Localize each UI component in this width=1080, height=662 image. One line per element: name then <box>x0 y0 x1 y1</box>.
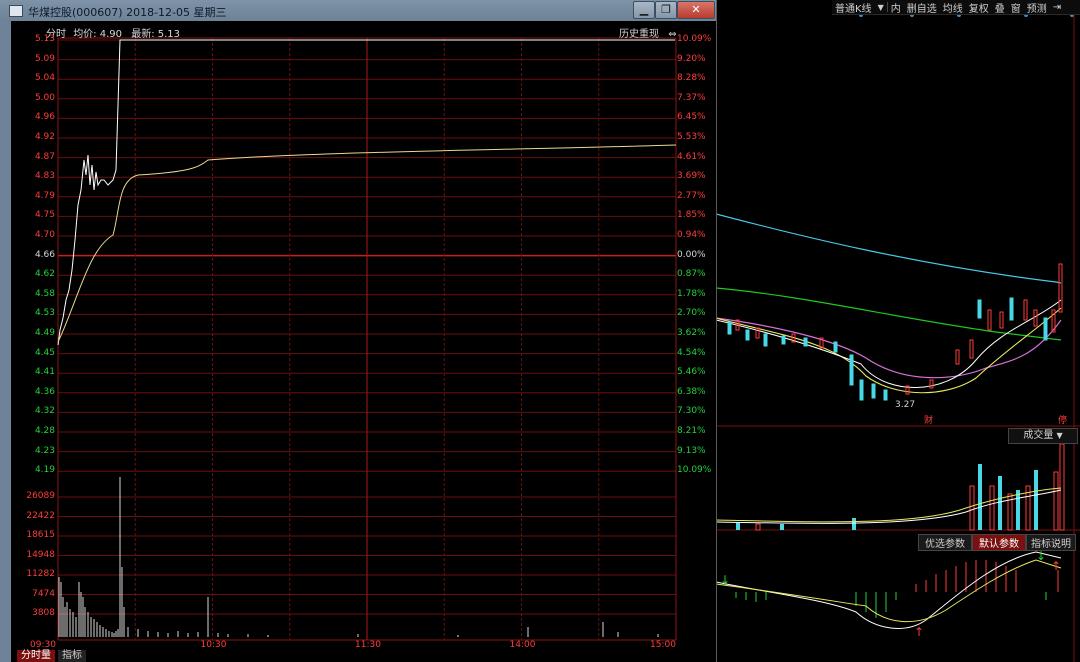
pct-tick-label: 2.77% <box>677 190 706 201</box>
svg-text:↑: ↑ <box>1051 559 1061 573</box>
price-tick-label: 5.13 <box>34 34 55 44</box>
pct-tick-label: 5.53% <box>677 132 706 142</box>
toolbar-window-button[interactable]: 窗 <box>1008 0 1024 15</box>
price-tick-label: 4.92 <box>34 132 55 142</box>
tab-default-params[interactable]: 默认参数 <box>972 534 1026 551</box>
pct-tick-label: 0.00% <box>677 249 706 260</box>
label-last-price: 最新: 5.13 <box>131 29 181 40</box>
kline-background-chart: ↑ ↓ ↓ ↑ <box>716 0 1080 662</box>
intraday-chart <box>57 37 677 641</box>
expand-icon[interactable]: ⇔ <box>668 29 676 40</box>
suspend-marker: 停 <box>1058 416 1068 426</box>
toolbar-inner-button[interactable]: 内 <box>888 0 904 15</box>
pct-tick-label: 1.85% <box>677 210 706 221</box>
price-tick-label: 5.04 <box>34 73 55 84</box>
svg-text:↓: ↓ <box>1036 549 1046 563</box>
kline-type-dropdown-icon[interactable]: ▼ <box>875 3 887 12</box>
time-tick-label: 14:00 <box>509 640 536 650</box>
toolbar-forecast-button[interactable]: 预测 <box>1024 0 1050 15</box>
toolbar-remove-watchlist-button[interactable]: 删自选 <box>904 0 940 15</box>
chart-header: 分时 均价: 4.90 最新: 5.13 <box>46 25 180 40</box>
pct-tick-label: 8.21% <box>677 426 706 436</box>
pct-tick-label: 3.69% <box>677 171 706 182</box>
label-avg-price: 均价: 4.90 <box>73 29 123 40</box>
history-replay-label: 历史重现 <box>619 29 659 40</box>
price-tick-label: 5.00 <box>34 92 55 103</box>
price-tick-label: 4.83 <box>34 171 55 182</box>
price-tick-label: 4.53 <box>34 308 55 319</box>
time-tick-label: 15:00 <box>650 640 676 650</box>
pct-tick-label: 4.61% <box>677 151 706 162</box>
price-tick-label: 4.75 <box>34 210 55 221</box>
price-tick-label: 4.66 <box>34 249 55 260</box>
history-replay-button[interactable]: 历史重现 ⇔ <box>619 25 677 40</box>
price-tick-label: 4.23 <box>34 445 55 456</box>
kline-type-select[interactable]: 普通K线 <box>832 0 875 15</box>
volume-tick-label: 18615 <box>26 530 55 540</box>
volume-tick-label: 26089 <box>26 491 55 501</box>
svg-text:↑: ↑ <box>914 625 924 639</box>
time-tick-label: 10:30 <box>200 640 227 650</box>
pct-tick-label: 4.54% <box>677 347 706 358</box>
volume-panel-label: 成交量 <box>1023 430 1054 441</box>
pct-tick-label: 3.62% <box>677 328 706 338</box>
toolbar-adjust-button[interactable]: 复权 <box>966 0 992 15</box>
price-tick-label: 4.19 <box>34 465 55 476</box>
volume-panel-title[interactable]: 成交量 ▼ <box>1008 428 1078 444</box>
toolbar-exit-icon[interactable]: ⇥ <box>1050 2 1064 13</box>
pct-tick-label: 0.87% <box>677 269 706 280</box>
price-tick-label: 4.62 <box>34 269 55 280</box>
pct-tick-label: 7.30% <box>677 406 706 417</box>
price-tick-label: 4.45 <box>34 347 55 358</box>
price-tick-label: 4.32 <box>34 406 55 417</box>
pct-tick-label: 10.09% <box>677 34 712 44</box>
pct-tick-label: 10.09% <box>677 465 712 476</box>
pct-tick-label: 8.28% <box>677 73 706 84</box>
intraday-window: 华煤控股(000607) 2018-12-05 星期三 ▁ ❐ ✕ 分时 均价:… <box>0 0 717 662</box>
pct-tick-label: 7.37% <box>677 92 706 103</box>
price-tick-label: 5.09 <box>34 53 55 64</box>
volume-tick-label: 14948 <box>26 549 55 560</box>
price-tick-label: 4.36 <box>34 386 55 397</box>
pct-tick-label: 0.94% <box>677 230 706 240</box>
price-tick-label: 4.58 <box>34 288 55 299</box>
pct-tick-label: 1.78% <box>677 288 706 299</box>
price-tick-label: 4.87 <box>34 151 55 162</box>
tab-intraday-volume[interactable]: 分时量 <box>17 650 55 662</box>
pct-tick-label: 6.38% <box>677 386 706 397</box>
price-tick-label: 4.28 <box>34 426 55 436</box>
toolbar-overlay-button[interactable]: 叠 <box>992 0 1008 15</box>
volume-tick-label: 3808 <box>32 608 55 618</box>
tab-optimal-params[interactable]: 优选参数 <box>918 534 972 551</box>
volume-tick-label: 11282 <box>26 569 55 579</box>
price-tick-label: 4.96 <box>34 112 55 123</box>
pct-tick-label: 2.70% <box>677 308 706 319</box>
toolbar-ma-button[interactable]: 均线 <box>940 0 966 15</box>
right-toolbar: 普通K线 ▼ 内 删自选 均线 复权 叠 窗 预测 ⇥ <box>832 0 1080 15</box>
time-tick-label: 09:30 <box>30 640 56 650</box>
pct-tick-label: 9.13% <box>677 445 706 456</box>
price-tick-label: 4.49 <box>34 328 55 338</box>
price-tick-label: 4.41 <box>34 367 55 378</box>
svg-text:↓: ↓ <box>720 573 730 587</box>
tab-indicator-help[interactable]: 指标说明 <box>1026 534 1076 551</box>
time-tick-label: 11:30 <box>355 640 381 650</box>
pct-tick-label: 6.45% <box>677 112 706 123</box>
pct-tick-label: 5.46% <box>677 367 706 378</box>
price-tick-label: 4.79 <box>34 190 55 201</box>
tab-indicators[interactable]: 指标 <box>58 650 86 662</box>
low-price-marker: 3.27 <box>895 400 916 410</box>
volume-tick-label: 22422 <box>26 510 55 521</box>
dropdown-icon: ▼ <box>1056 431 1063 440</box>
price-tick-label: 4.70 <box>34 230 55 240</box>
finance-marker: 财 <box>924 416 934 426</box>
volume-tick-label: 7474 <box>32 588 55 599</box>
pct-tick-label: 9.20% <box>677 53 706 64</box>
